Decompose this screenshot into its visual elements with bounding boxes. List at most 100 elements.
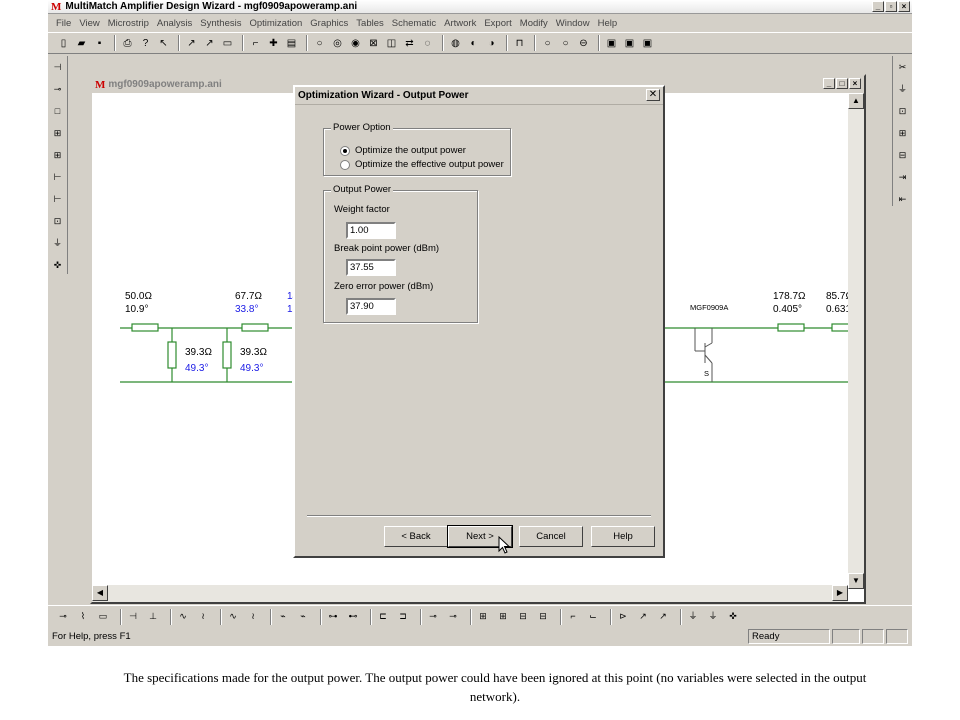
- scroll-down-arrow[interactable]: ▼: [848, 573, 864, 589]
- junction3-icon[interactable]: ⊟: [516, 609, 530, 624]
- bend-icon[interactable]: ⌐: [566, 609, 580, 624]
- vertical-scrollbar[interactable]: ▲ ▼: [848, 93, 864, 589]
- close-button[interactable]: ×: [898, 1, 910, 12]
- cancel-button[interactable]: Cancel: [519, 526, 583, 547]
- coil-series-icon[interactable]: ∿: [176, 609, 190, 624]
- transformer2-icon[interactable]: ⌁: [296, 609, 310, 624]
- network-icon[interactable]: ◫: [384, 36, 399, 51]
- print-icon[interactable]: ⎙: [120, 36, 135, 51]
- coupler-icon[interactable]: ⊸: [426, 609, 440, 624]
- arrow-in-icon[interactable]: ⇤: [896, 192, 910, 206]
- target-icon[interactable]: ⊡: [896, 104, 910, 118]
- menu-analysis[interactable]: Analysis: [153, 18, 196, 29]
- zero-error-power-input[interactable]: 37.90: [346, 298, 396, 315]
- new-file-icon[interactable]: ▯: [56, 36, 71, 51]
- menu-microstrip[interactable]: Microstrip: [104, 18, 153, 29]
- diode2-icon[interactable]: ↗: [636, 609, 650, 624]
- menu-export[interactable]: Export: [480, 18, 515, 29]
- rlc-series-icon[interactable]: ∿: [226, 609, 240, 624]
- stab-circle-icon[interactable]: ◑: [484, 36, 499, 51]
- ring3-icon[interactable]: ⊖: [576, 36, 591, 51]
- transformer-icon[interactable]: ⌁: [276, 609, 290, 624]
- coil-shunt-icon[interactable]: ≀: [196, 609, 210, 624]
- context-help-icon[interactable]: ↖: [156, 36, 171, 51]
- lock-icon[interactable]: ▣: [604, 36, 619, 51]
- noise-circle-icon[interactable]: ◐: [466, 36, 481, 51]
- schematic-close-button[interactable]: ×: [849, 78, 861, 89]
- lock3-icon[interactable]: ▣: [640, 36, 655, 51]
- stub-icon[interactable]: ⌐: [248, 36, 263, 51]
- circle-icon[interactable]: ○: [312, 36, 327, 51]
- weight-factor-input[interactable]: 1.00: [346, 222, 396, 239]
- minus-box-icon[interactable]: ⊟: [896, 148, 910, 162]
- box-icon[interactable]: ▤: [284, 36, 299, 51]
- menu-file[interactable]: File: [52, 18, 75, 29]
- cir2-icon[interactable]: ⊞: [51, 148, 65, 162]
- resistor2-icon[interactable]: ▭: [96, 609, 110, 624]
- bend2-icon[interactable]: ⌙: [586, 609, 600, 624]
- minimize-button[interactable]: _: [872, 1, 884, 12]
- lock2-icon[interactable]: ▣: [622, 36, 637, 51]
- menu-artwork[interactable]: Artwork: [440, 18, 480, 29]
- junction2-icon[interactable]: ⊞: [496, 609, 510, 624]
- rlc-shunt-icon[interactable]: ≀: [246, 609, 260, 624]
- cross-port-icon[interactable]: ✜: [726, 609, 740, 624]
- scroll-up-arrow[interactable]: ▲: [848, 93, 864, 109]
- ring-icon[interactable]: ○: [540, 36, 555, 51]
- menu-window[interactable]: Window: [552, 18, 594, 29]
- cross-icon[interactable]: ✚: [266, 36, 281, 51]
- open-folder-icon[interactable]: ▰: [74, 36, 89, 51]
- scissors-icon[interactable]: ✂: [896, 60, 910, 74]
- menu-optimization[interactable]: Optimization: [245, 18, 306, 29]
- save-icon[interactable]: ▪: [92, 36, 107, 51]
- diode-icon[interactable]: ⊳: [616, 609, 630, 624]
- boxed-icon[interactable]: ⊡: [51, 214, 65, 228]
- gnd-port-icon[interactable]: ⏚: [686, 609, 700, 624]
- menu-schematic[interactable]: Schematic: [388, 18, 440, 29]
- menu-tables[interactable]: Tables: [352, 18, 387, 29]
- tune-icon[interactable]: ↗: [184, 36, 199, 51]
- inductor-icon[interactable]: ⌇: [76, 609, 90, 624]
- junction-icon[interactable]: ⊞: [476, 609, 490, 624]
- port-icon[interactable]: ⊸: [51, 82, 65, 96]
- capacitor-shunt-icon[interactable]: ⊥: [146, 609, 160, 624]
- cir-icon[interactable]: ⊞: [51, 126, 65, 140]
- component-icon[interactable]: □: [51, 104, 65, 118]
- ring2-icon[interactable]: ○: [558, 36, 573, 51]
- back-button[interactable]: < Back: [384, 526, 448, 547]
- pulse-icon[interactable]: ⊓: [512, 36, 527, 51]
- scroll-right-arrow[interactable]: ▶: [832, 585, 848, 601]
- capacitor-series-icon[interactable]: ⊣: [126, 609, 140, 624]
- transistor2-icon[interactable]: ⊢: [51, 192, 65, 206]
- radio-optimize-output-power[interactable]: Optimize the output power: [340, 145, 466, 156]
- transistor-icon[interactable]: ⊢: [51, 170, 65, 184]
- dialog-close-icon[interactable]: ✕: [646, 89, 660, 101]
- gnd-port2-icon[interactable]: ⏚: [706, 609, 720, 624]
- tline-shunt-icon[interactable]: ⊷: [346, 609, 360, 624]
- radio-selected-icon[interactable]: [340, 145, 350, 156]
- cross-shape-icon[interactable]: ✜: [51, 258, 65, 272]
- circle2-icon[interactable]: ◎: [330, 36, 345, 51]
- dc-icon[interactable]: ▭: [220, 36, 235, 51]
- plus-box-icon[interactable]: ⊞: [896, 126, 910, 140]
- tline-series-icon[interactable]: ⊶: [326, 609, 340, 624]
- gain-circle-icon[interactable]: ◍: [448, 36, 463, 51]
- stub-open-icon[interactable]: ⊏: [376, 609, 390, 624]
- square-x-icon[interactable]: ⊠: [366, 36, 381, 51]
- menu-graphics[interactable]: Graphics: [306, 18, 352, 29]
- smith-icon[interactable]: ◌: [420, 36, 435, 51]
- ground-icon[interactable]: ⏚: [51, 236, 65, 250]
- resistor-icon[interactable]: ⊸: [56, 609, 70, 624]
- swap-icon[interactable]: ⇄: [402, 36, 417, 51]
- menu-modify[interactable]: Modify: [516, 18, 552, 29]
- help-icon[interactable]: ?: [138, 36, 153, 51]
- circle3-icon[interactable]: ◉: [348, 36, 363, 51]
- scroll-left-arrow[interactable]: ◀: [92, 585, 108, 601]
- stub-short-icon[interactable]: ⊐: [396, 609, 410, 624]
- arrow-right-icon[interactable]: ⇥: [896, 170, 910, 184]
- break-point-power-input[interactable]: 37.55: [346, 259, 396, 276]
- menu-view[interactable]: View: [75, 18, 103, 29]
- schematic-minimize-button[interactable]: _: [823, 78, 835, 89]
- restore-button[interactable]: ▫: [885, 1, 897, 12]
- diode3-icon[interactable]: ↗: [656, 609, 670, 624]
